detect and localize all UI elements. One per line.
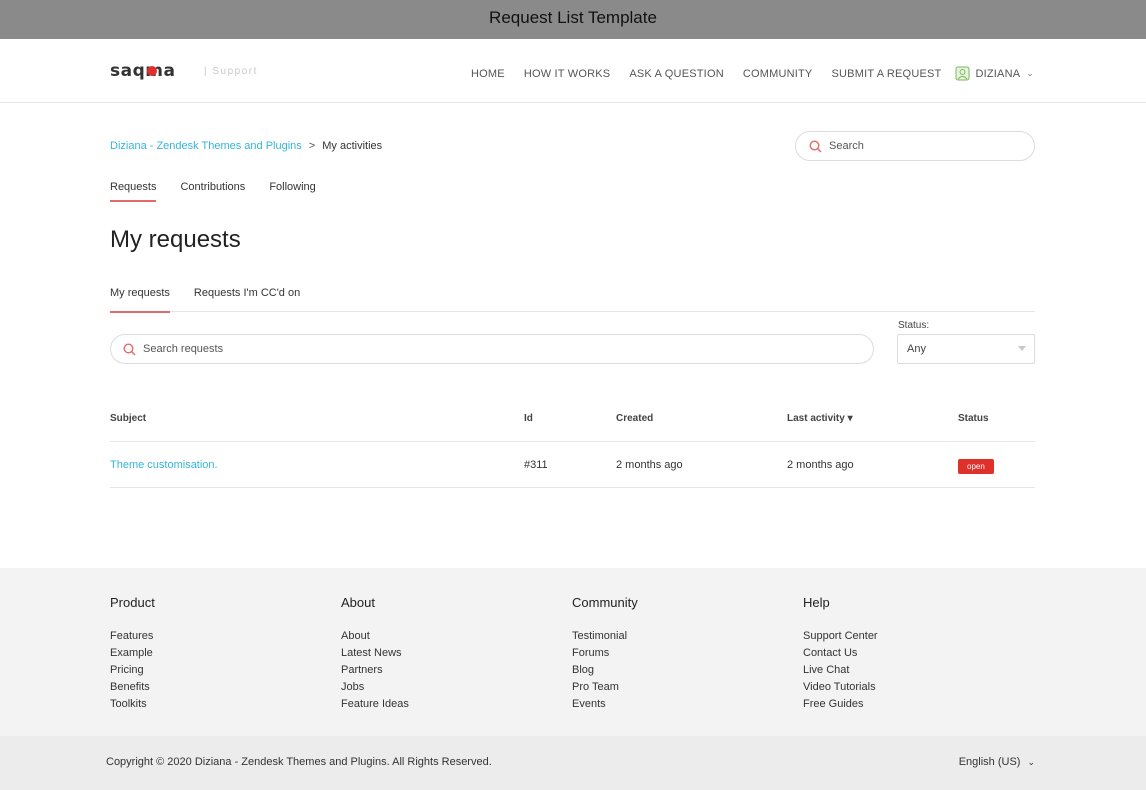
user-menu[interactable]: DIZIANA ⌄ [955, 66, 1034, 81]
tab-my-requests[interactable]: My requests [110, 287, 170, 313]
footer-heading: Help [803, 595, 830, 610]
footer-link[interactable]: About [341, 628, 409, 645]
footer-link[interactable]: Features [110, 628, 155, 645]
chevron-down-icon: ⌄ [1026, 68, 1034, 78]
footer-heading: Product [110, 595, 155, 610]
footer-bottom-bar: Copyright © 2020 Diziana - Zendesk Theme… [0, 736, 1146, 790]
status-filter-value: Any [907, 343, 926, 355]
request-id: #311 [524, 459, 548, 471]
footer-link[interactable]: Pricing [110, 662, 155, 679]
main-nav: HOME HOW IT WORKS ASK A QUESTION COMMUNI… [452, 66, 1034, 81]
breadcrumb-separator: > [308, 140, 316, 152]
footer-link[interactable]: Pro Team [572, 679, 638, 696]
language-selector[interactable]: English (US) ⌄ [959, 756, 1035, 768]
col-last-activity[interactable]: Last activity ▾ [787, 413, 853, 424]
footer-col-about: About About Latest News Partners Jobs Fe… [341, 595, 409, 713]
request-tabs: My requests Requests I'm CC'd on [110, 287, 1035, 313]
tab-contributions[interactable]: Contributions [180, 181, 245, 202]
search-icon [809, 139, 822, 152]
footer-heading: Community [572, 595, 638, 610]
language-label: English (US) [958, 756, 1021, 768]
request-created: 2 months ago [616, 459, 683, 471]
request-subject-link[interactable]: Theme customisation. [110, 459, 218, 471]
nav-submit-a-request[interactable]: SUBMIT A REQUEST [831, 68, 941, 80]
requests-table: Subject Id Created Last activity ▾ Statu… [110, 400, 1035, 488]
status-filter-label: Status: [898, 320, 930, 331]
status-filter-select[interactable]: Any [897, 334, 1035, 364]
page-title: My requests [110, 226, 241, 253]
footer-link[interactable]: Blog [572, 662, 638, 679]
breadcrumb-current: My activities [322, 140, 383, 152]
copyright: Copyright © 2020 Diziana - Zendesk Theme… [106, 756, 492, 768]
footer-link[interactable]: Live Chat [803, 662, 878, 679]
request-search-placeholder: Search requests [143, 343, 224, 355]
footer-heading: About [341, 595, 375, 610]
col-created[interactable]: Created [616, 413, 653, 424]
footer-link[interactable]: Contact Us [803, 645, 878, 662]
footer-link[interactable]: Video Tutorials [803, 679, 878, 696]
nav-home[interactable]: HOME [471, 68, 505, 80]
footer-link[interactable]: Free Guides [803, 696, 878, 713]
footer-link[interactable]: Benefits [110, 679, 155, 696]
request-last-activity: 2 months ago [787, 459, 854, 471]
nav-how-it-works[interactable]: HOW IT WORKS [524, 68, 611, 80]
site-search-input[interactable]: Search [795, 131, 1035, 161]
chevron-down-icon: ⌄ [1027, 757, 1035, 767]
tab-requests[interactable]: Requests [110, 181, 157, 202]
footer-link[interactable]: Testimonial [572, 628, 638, 645]
footer-link[interactable]: Forums [572, 645, 638, 662]
window-title: Request List Template [489, 8, 657, 27]
search-placeholder: Search [829, 140, 864, 152]
footer-link[interactable]: Partners [341, 662, 409, 679]
brand-logo[interactable]: saqma | Support [110, 61, 258, 81]
col-status[interactable]: Status [958, 413, 989, 424]
col-subject[interactable]: Subject [110, 413, 146, 424]
window-titlebar: Request List Template [0, 0, 1146, 39]
logo-wordmark: saqma [110, 61, 175, 81]
site-footer: Product Features Example Pricing Benefit… [0, 568, 1146, 736]
footer-link[interactable]: Latest News [341, 645, 409, 662]
breadcrumb-root[interactable]: Diziana - Zendesk Themes and Plugins [110, 140, 302, 152]
tab-requests-cc[interactable]: Requests I'm CC'd on [194, 287, 300, 312]
avatar-icon [955, 66, 970, 81]
footer-col-community: Community Testimonial Forums Blog Pro Te… [572, 595, 638, 713]
request-search-input[interactable]: Search requests [110, 334, 874, 364]
search-icon [123, 342, 136, 355]
footer-link[interactable]: Support Center [803, 628, 878, 645]
footer-col-product: Product Features Example Pricing Benefit… [110, 595, 155, 713]
breadcrumb: Diziana - Zendesk Themes and Plugins > M… [110, 140, 382, 152]
nav-ask-a-question[interactable]: ASK A QUESTION [629, 68, 724, 80]
footer-col-help: Help Support Center Contact Us Live Chat… [803, 595, 878, 713]
nav-community[interactable]: COMMUNITY [743, 68, 813, 80]
col-id[interactable]: Id [524, 413, 533, 424]
status-badge: open [958, 459, 994, 474]
footer-link[interactable]: Events [572, 696, 638, 713]
footer-link[interactable]: Jobs [341, 679, 409, 696]
table-header: Subject Id Created Last activity ▾ Statu… [110, 400, 1035, 442]
footer-link[interactable]: Feature Ideas [341, 696, 409, 713]
footer-link[interactable]: Example [110, 645, 155, 662]
tab-following[interactable]: Following [269, 181, 315, 202]
brand-tagline: | Support [204, 65, 258, 77]
user-name: DIZIANA [975, 67, 1021, 80]
activity-tabs: Requests Contributions Following [110, 181, 340, 202]
footer-link[interactable]: Toolkits [110, 696, 155, 713]
table-row: Theme customisation. #311 2 months ago 2… [110, 442, 1035, 488]
logo-icon: saqma [110, 61, 175, 81]
site-header: saqma | Support HOME HOW IT WORKS ASK A … [0, 39, 1146, 103]
caret-down-icon [1018, 346, 1026, 351]
